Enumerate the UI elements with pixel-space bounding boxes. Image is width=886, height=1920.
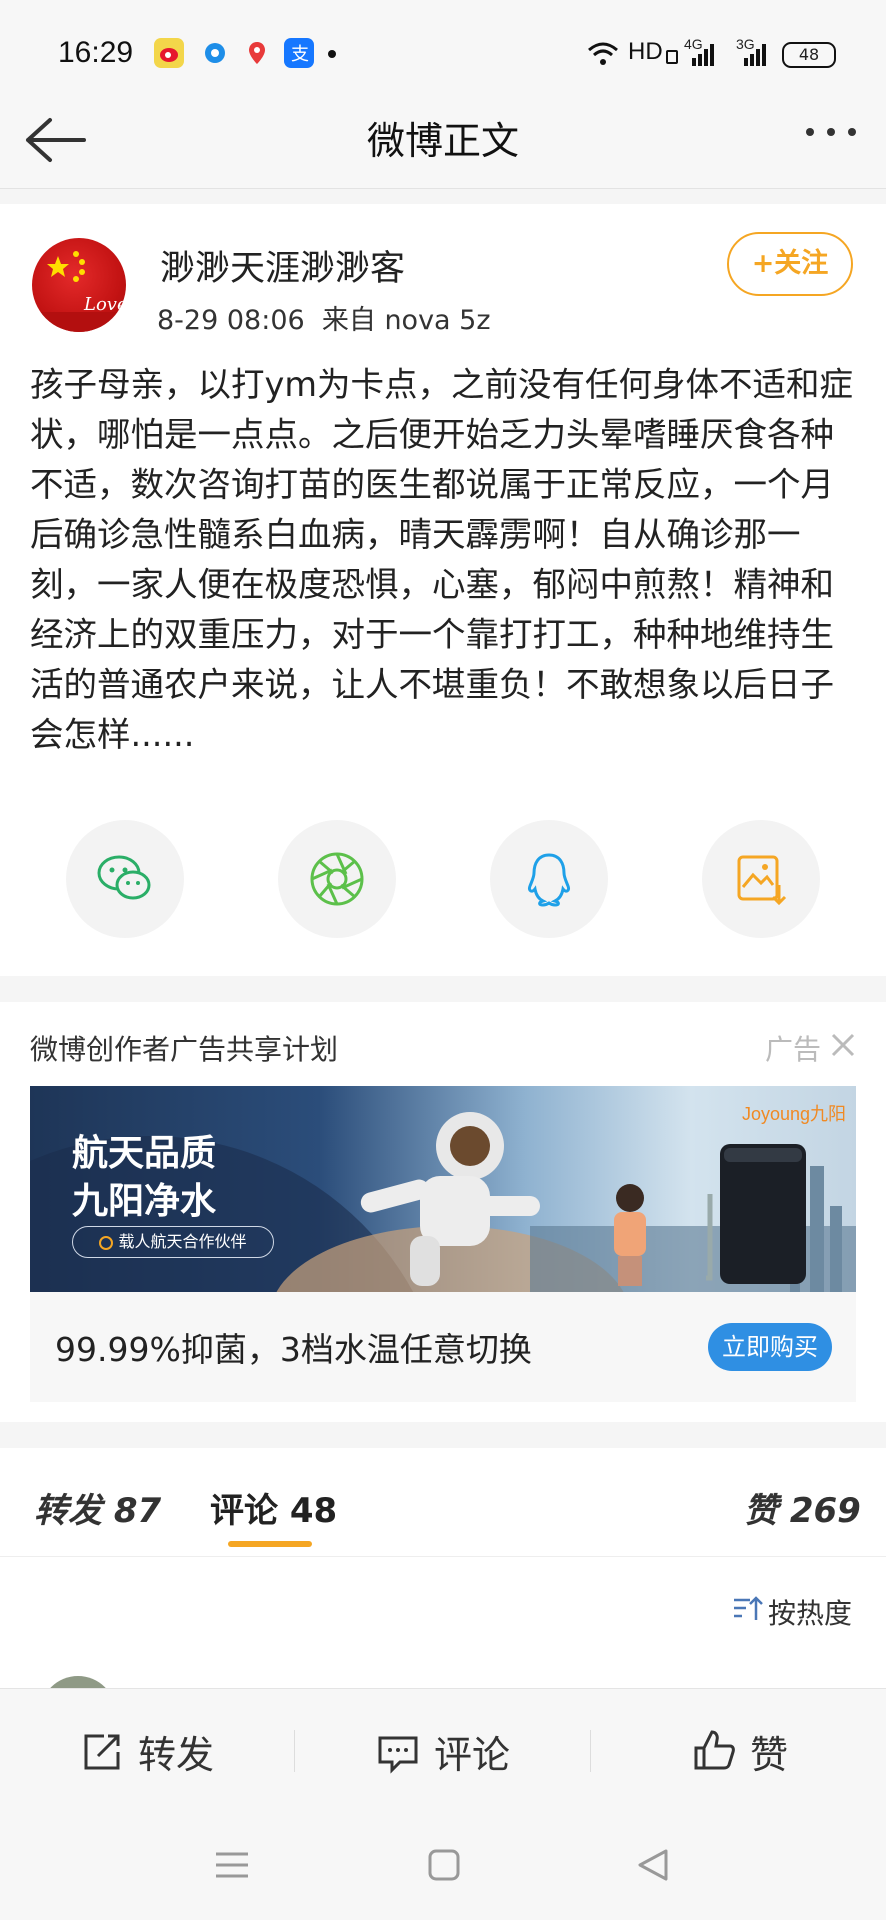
- menu-icon[interactable]: [214, 1850, 250, 1884]
- sort-icon[interactable]: [732, 1594, 764, 1628]
- water-purifier-product: [706, 1144, 806, 1284]
- ad-banner-badge: 载人航天合作伙伴: [72, 1226, 274, 1258]
- post-source-prefix: 来自: [321, 305, 376, 336]
- close-ad-icon[interactable]: [830, 1032, 856, 1062]
- qq-icon: [528, 853, 570, 907]
- wechat-icon: [97, 855, 151, 900]
- divider: [0, 1556, 886, 1557]
- ad-banner-line2: 九阳净水: [72, 1181, 217, 1222]
- ad-brand: Joyoung九阳: [742, 1104, 847, 1124]
- tab-repost[interactable]: 转发 87: [34, 1483, 161, 1532]
- weibo-icon: [154, 38, 184, 68]
- repost-button[interactable]: 转发: [138, 1724, 214, 1779]
- badge-circle-icon: [99, 1235, 114, 1250]
- buy-now-button[interactable]: 立即购买: [708, 1323, 832, 1371]
- back-nav-icon[interactable]: [636, 1848, 670, 1886]
- moments-icon: [310, 852, 364, 906]
- post-source: nova 5z: [384, 305, 491, 336]
- share-wechat-button[interactable]: [66, 820, 184, 938]
- battery-indicator: 48: [782, 42, 836, 68]
- post-content: 孩子母亲，以打ym为卡点，之前没有任何身体不适和症状，哪怕是一点点。之后便开始乏…: [30, 365, 853, 754]
- repost-icon[interactable]: [80, 1730, 124, 1778]
- sort-label[interactable]: 按热度: [768, 1592, 852, 1632]
- signal-icon-2: [742, 44, 768, 70]
- network-type: HD: [628, 38, 663, 65]
- active-tab-underline: [228, 1541, 312, 1547]
- wifi-icon: [586, 38, 620, 72]
- share-qq-button[interactable]: [490, 820, 608, 938]
- tab-like[interactable]: 赞 269: [744, 1483, 861, 1532]
- ad-caption: 99.99%抑菌，3档水温任意切换: [55, 1330, 532, 1369]
- post-username[interactable]: 渺渺天涯渺渺客: [160, 240, 405, 291]
- comment-icon[interactable]: [376, 1732, 420, 1780]
- more-dot-icon: [328, 50, 336, 58]
- tab-comment[interactable]: 评论 48: [210, 1483, 337, 1532]
- maps-icon: [242, 38, 272, 68]
- like-icon[interactable]: [692, 1728, 736, 1776]
- ad-tag: 广告: [765, 1033, 822, 1066]
- alipay-icon: 支: [284, 38, 314, 68]
- ad-title: 微博创作者广告共享计划: [30, 1033, 339, 1066]
- avatar[interactable]: Love: [32, 238, 126, 332]
- status-time: 16:29: [58, 36, 134, 69]
- ad-banner-line1: 航天品质: [72, 1133, 217, 1174]
- signal-icon: [690, 44, 716, 70]
- follow-button[interactable]: +关注: [727, 232, 853, 296]
- browser-icon: [200, 38, 230, 68]
- svg-text:支: 支: [291, 44, 309, 65]
- separator: [590, 1730, 591, 1772]
- like-button[interactable]: 赞: [750, 1724, 788, 1779]
- separator: [294, 1730, 295, 1772]
- post-meta: 8-29 08:06 来自 nova 5z: [157, 298, 491, 337]
- more-options-icon[interactable]: [802, 124, 864, 144]
- comment-button[interactable]: 评论: [434, 1724, 510, 1779]
- save-image-button[interactable]: [702, 820, 820, 938]
- post-time: 8-29 08:06: [157, 305, 305, 336]
- hd-box-icon: [666, 50, 678, 64]
- home-icon[interactable]: [427, 1848, 461, 1886]
- ad-banner[interactable]: 航天品质 九阳净水 载人航天合作伙伴 Joyoung九阳: [30, 1086, 856, 1292]
- ad-banner-badge-label: 载人航天合作伙伴: [118, 1232, 247, 1251]
- page-title: 微博正文: [366, 119, 519, 163]
- save-image-icon: [737, 855, 787, 906]
- share-moments-button[interactable]: [278, 820, 396, 938]
- child-figure: [614, 1184, 646, 1286]
